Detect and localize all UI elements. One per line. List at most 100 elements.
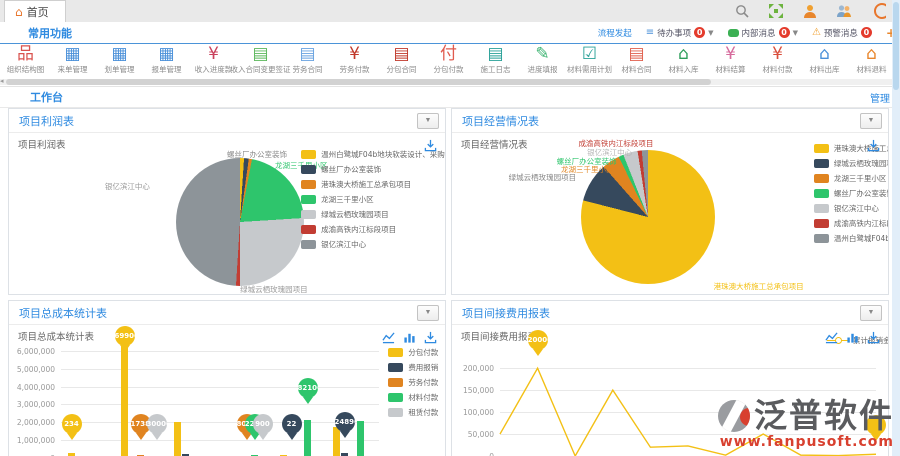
- toolbar-item-3[interactable]: ▦划单管理: [96, 44, 143, 78]
- chevron-down-icon[interactable]: ▼: [793, 29, 798, 37]
- toolbar-item-label: 报单管理: [152, 64, 182, 75]
- internal-message-item[interactable]: 内部消息 0 ▼: [728, 27, 798, 39]
- toolbar-item-19[interactable]: ⌂材料退料: [848, 44, 895, 78]
- legend-item[interactable]: 港珠澳大桥施工总承包项目: [301, 177, 446, 192]
- toolbar-item-4[interactable]: ▦报单管理: [143, 44, 190, 78]
- tab-home-label: 首页: [27, 4, 49, 20]
- toolbar-item-17[interactable]: ¥材料付款: [754, 44, 801, 78]
- legend-item[interactable]: 费用报销: [388, 360, 438, 375]
- legend-item[interactable]: 银亿滨江中心: [814, 201, 889, 216]
- pie-chart[interactable]: [176, 158, 304, 286]
- download-icon[interactable]: [424, 329, 437, 342]
- legend-item[interactable]: 绿城云栖玫瑰园项目: [301, 207, 446, 222]
- toolbar-item-7[interactable]: ▤劳务合同: [284, 44, 331, 78]
- expand-icon[interactable]: [768, 3, 784, 19]
- panel-dropdown-button[interactable]: ▼: [417, 305, 439, 321]
- bar[interactable]: [304, 420, 311, 456]
- legend-swatch: [301, 195, 316, 204]
- legend-item[interactable]: 材料付款: [388, 390, 438, 405]
- balloon-tail: [242, 433, 252, 440]
- toolbar-item-16[interactable]: ¥材料结算: [707, 44, 754, 78]
- legend-item[interactable]: 温州白鹭城F04b地块软装设计、采购与布展工程: [814, 231, 889, 246]
- partial-icon[interactable]: [870, 3, 886, 19]
- bar[interactable]: [174, 422, 181, 456]
- download-icon[interactable]: [867, 329, 880, 342]
- legend-item[interactable]: 成渝高铁内江标段项目: [814, 216, 889, 231]
- legend-item[interactable]: 螺丝厂办公室装饰: [814, 186, 889, 201]
- toolbar-item-label: 来单管理: [58, 64, 88, 75]
- users-icon[interactable]: [836, 3, 852, 19]
- gridline: [61, 422, 379, 423]
- legend-item[interactable]: 分包付款: [388, 345, 438, 360]
- legend-item[interactable]: 租赁付款: [388, 405, 438, 420]
- material-contract-icon: ▤: [628, 44, 644, 64]
- grid-table-icon: ▦: [64, 44, 80, 64]
- bar-chart-icon[interactable]: [846, 329, 859, 342]
- toolbar-item-6[interactable]: ▤收入合同变更签证: [237, 44, 284, 78]
- toolbar-scrollbar[interactable]: ◂: [0, 79, 892, 85]
- toolbar-item-8[interactable]: ¥劳务付款: [331, 44, 378, 78]
- bar-chart-icon[interactable]: [403, 329, 416, 342]
- legend-item[interactable]: 劳务付款: [388, 375, 438, 390]
- legend-label: 温州白鹭城F04b地块软装设计、采购与布展工程: [834, 233, 889, 244]
- todo-item[interactable]: ≡ 待办事项 0 ▼: [646, 27, 714, 39]
- material-pay-icon: ¥: [772, 44, 783, 64]
- bar[interactable]: [357, 421, 364, 456]
- panel-project-profit: 项目利润表 ▼ 项目利润表 温州白鹭城F04b地块软装设计、采购与布展工程螺丝厂…: [8, 108, 446, 295]
- legend-item[interactable]: 螺丝厂办公室装饰: [301, 162, 446, 177]
- alert-message-label: 预警消息: [824, 27, 858, 39]
- toolbar-item-9[interactable]: ▤分包合同: [378, 44, 425, 78]
- legend-swatch: [814, 189, 829, 198]
- gridline: [61, 369, 379, 370]
- bar[interactable]: [121, 333, 128, 456]
- line-series[interactable]: [452, 325, 888, 456]
- chart-subtitle: 项目总成本统计表: [18, 329, 94, 343]
- toolbar-scrollbar-thumb[interactable]: [6, 79, 711, 85]
- toolbar-item-2[interactable]: ▦来单管理: [49, 44, 96, 78]
- balloon-value: 80220: [237, 414, 257, 434]
- data-balloon: 900: [253, 414, 273, 440]
- toolbar-item-11[interactable]: ▤施工日志: [472, 44, 519, 78]
- chart-subtitle: 项目间接费用报表: [461, 329, 537, 343]
- toolbar-item-1[interactable]: 品组织结构图: [2, 44, 49, 78]
- toolbar-item-13[interactable]: ☑材料需用计划: [566, 44, 613, 78]
- worker-icon[interactable]: [802, 3, 818, 19]
- panel-dropdown-button[interactable]: ▼: [860, 305, 882, 321]
- toolbar-item-18[interactable]: ⌂材料出库: [801, 44, 848, 78]
- toolbar-item-12[interactable]: ✎进度填报: [519, 44, 566, 78]
- toolbar-item-10[interactable]: 付分包付款: [425, 44, 472, 78]
- data-balloon: 821000: [298, 378, 318, 404]
- alert-message-item[interactable]: ⚠ 预警消息 0: [812, 27, 872, 39]
- pie-callout: 银亿滨江中心: [105, 181, 150, 192]
- download-icon[interactable]: [867, 137, 880, 150]
- alert-message-badge: 0: [861, 27, 872, 38]
- legend-item[interactable]: 成渝高铁内江标段项目: [301, 222, 446, 237]
- app-window: ⌂ 首页 常用功能 流程发起 ≡: [0, 0, 900, 456]
- scroll-left-icon[interactable]: ◂: [0, 77, 4, 85]
- line-chart-icon[interactable]: [382, 329, 395, 342]
- toolbar-item-15[interactable]: ⌂材料入库: [660, 44, 707, 78]
- legend-item[interactable]: 龙湖三千里小区: [301, 192, 446, 207]
- process-start-link[interactable]: 流程发起: [598, 27, 632, 39]
- workspace-manage-link[interactable]: 管理: [870, 90, 890, 105]
- panel-dropdown-button[interactable]: ▼: [860, 113, 882, 129]
- search-icon[interactable]: [734, 3, 750, 19]
- home-icon: ⌂: [15, 6, 23, 18]
- legend-item[interactable]: 龙湖三千里小区: [814, 171, 889, 186]
- line-chart-icon[interactable]: [825, 329, 838, 342]
- balloon-value: 173810: [131, 414, 151, 434]
- balloon-tail: [287, 433, 297, 440]
- bar[interactable]: [333, 427, 340, 456]
- legend-item[interactable]: 银亿滨江中心: [301, 237, 446, 252]
- balloon-tail: [303, 397, 313, 404]
- progress-report-icon: ✎: [535, 44, 549, 64]
- page-scrollbar[interactable]: [892, 0, 900, 456]
- chevron-down-icon[interactable]: ▼: [708, 29, 713, 37]
- legend-item[interactable]: 绿城云栖玫瑰园项目: [814, 156, 889, 171]
- toolbar-item-14[interactable]: ▤材料合同: [613, 44, 660, 78]
- panel-title: 项目间接费用报表: [462, 305, 550, 321]
- page-scrollbar-thumb[interactable]: [893, 2, 899, 90]
- panel-dropdown-button[interactable]: ▼: [417, 113, 439, 129]
- tab-home[interactable]: ⌂ 首页: [4, 0, 66, 22]
- download-icon[interactable]: [424, 137, 437, 150]
